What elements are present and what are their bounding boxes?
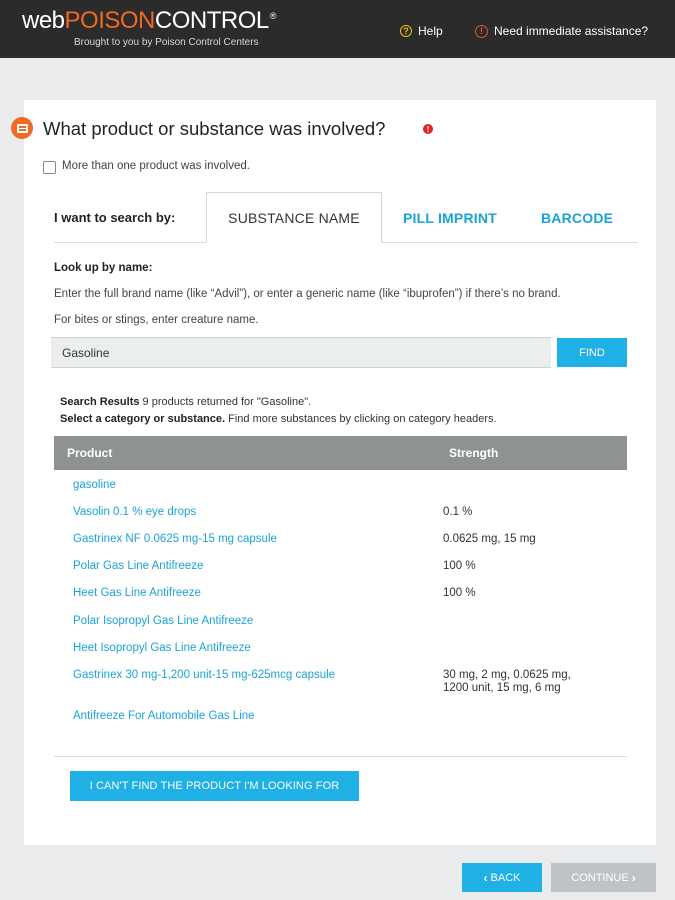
results-summary-heading: Search Results (60, 396, 140, 408)
page-title: What product or substance was involved? (43, 118, 386, 139)
results-divider (54, 756, 627, 757)
chevron-right-icon: › (631, 870, 636, 885)
results-summary: Search Results 9 products returned for "… (60, 396, 311, 408)
product-link[interactable]: Vasolin 0.1 % eye drops (73, 506, 196, 518)
continue-label: CONTINUE (571, 871, 629, 884)
column-strength: Strength (449, 446, 499, 460)
immediate-assistance-link[interactable]: ! Need immediate assistance? (475, 24, 648, 38)
product-link[interactable]: Gastrinex 30 mg-1,200 unit-15 mg-625mcg … (73, 669, 335, 681)
help-label: Help (418, 24, 443, 38)
back-button[interactable]: ‹ BACK (462, 863, 542, 892)
product-link[interactable]: gasoline (73, 479, 116, 491)
product-link[interactable]: Heet Isopropyl Gas Line Antifreeze (73, 642, 251, 654)
product-strength: 100 % (443, 560, 476, 572)
product-box-icon (11, 117, 33, 139)
product-strength: 30 mg, 2 mg, 0.0625 mg, 1200 unit, 15 mg… (443, 669, 571, 694)
results-hint-text: Find more substances by clicking on cate… (225, 413, 497, 425)
tab-substance-name[interactable]: SUBSTANCE NAME (206, 192, 382, 243)
results-summary-text: 9 products returned for "Gasoline". (139, 396, 312, 408)
product-link[interactable]: Antifreeze For Automobile Gas Line (73, 710, 255, 722)
product-link[interactable]: Heet Gas Line Antifreeze (73, 587, 201, 599)
lookup-instruction-bites: For bites or stings, enter creature name… (54, 314, 259, 326)
alert-icon: ! (475, 24, 488, 38)
required-info-icon[interactable]: ! (423, 124, 433, 134)
lookup-instruction: Enter the full brand name (like “Advil”)… (54, 288, 561, 300)
results-table-header: Product Strength (54, 436, 627, 470)
multiple-products-label[interactable]: More than one product was involved. (62, 160, 250, 172)
search-by-label: I want to search by: (54, 210, 176, 225)
results-hint: Select a category or substance. Find mor… (60, 413, 497, 425)
logo-registered-mark: ® (269, 11, 277, 21)
continue-button[interactable]: CONTINUE › (551, 863, 656, 892)
logo-control: CONTROL (154, 7, 269, 34)
logo[interactable]: webPOISONCONTROL® (22, 7, 276, 35)
logo-web: web (22, 7, 65, 34)
cant-find-product-button[interactable]: I CAN'T FIND THE PRODUCT I'M LOOKING FOR (70, 771, 359, 801)
tab-pill-imprint[interactable]: PILL IMPRINT (403, 210, 497, 226)
question-icon: ? (400, 25, 412, 37)
chevron-left-icon: ‹ (483, 870, 488, 885)
product-strength: 0.0625 mg, 15 mg (443, 533, 536, 545)
lookup-title: Look up by name: (54, 262, 153, 274)
top-bar: webPOISONCONTROL® Brought to you by Pois… (0, 0, 675, 58)
product-strength: 100 % (443, 587, 476, 599)
tab-barcode[interactable]: BARCODE (541, 210, 613, 226)
results-hint-heading: Select a category or substance. (60, 413, 226, 425)
product-strength: 0.1 % (443, 506, 473, 518)
substance-search-input[interactable] (51, 337, 551, 368)
multiple-products-checkbox[interactable] (43, 161, 56, 174)
help-link[interactable]: ? Help (400, 24, 443, 38)
back-label: BACK (490, 871, 521, 884)
assist-label: Need immediate assistance? (494, 24, 649, 38)
product-link[interactable]: Polar Isopropyl Gas Line Antifreeze (73, 615, 253, 627)
product-link[interactable]: Gastrinex NF 0.0625 mg-15 mg capsule (73, 533, 277, 545)
column-product: Product (67, 446, 113, 460)
find-button[interactable]: FIND (557, 338, 627, 367)
logo-poison: POISON (64, 7, 156, 34)
tagline: Brought to you by Poison Control Centers (74, 37, 259, 48)
product-link[interactable]: Polar Gas Line Antifreeze (73, 560, 203, 572)
